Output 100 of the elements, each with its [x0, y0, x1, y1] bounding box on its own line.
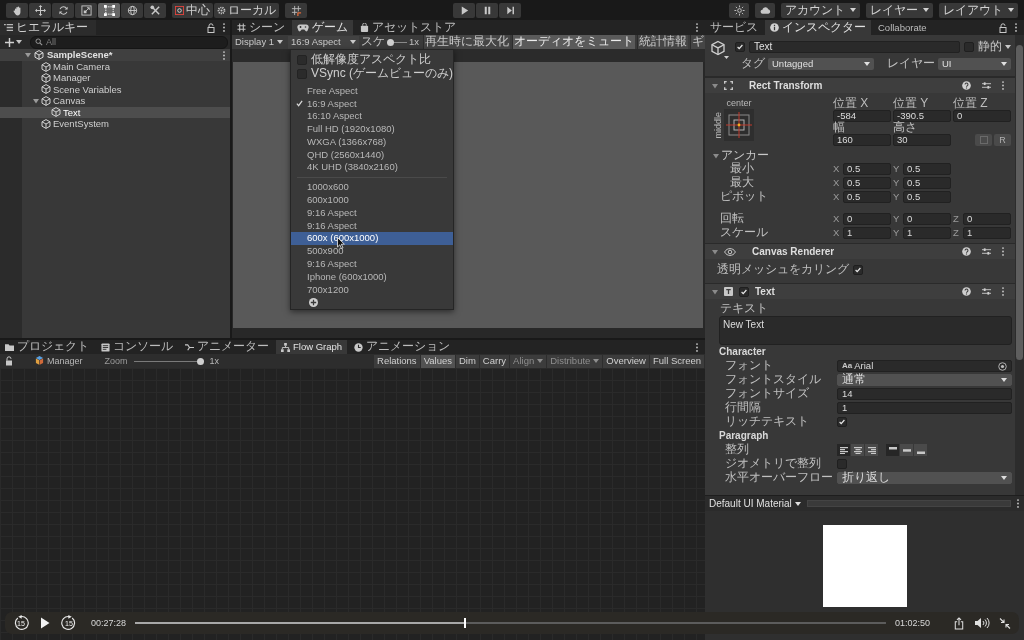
toggle-button[interactable]: 統計情報	[637, 35, 688, 49]
object-field[interactable]: Aa Arial	[837, 360, 1012, 372]
toggle-button[interactable]: ギ	[690, 35, 705, 49]
menu-item[interactable]: 16:9 Aspect	[291, 96, 453, 110]
number-field[interactable]: 30	[893, 134, 951, 146]
menu-option[interactable]: VSync (ゲームビューのみ)	[291, 67, 453, 81]
tag-dropdown[interactable]: Untagged	[768, 58, 874, 70]
number-field[interactable]: 14	[837, 388, 1012, 400]
toolbar-button[interactable]: Dim	[455, 354, 479, 368]
menu-item[interactable]: 9:16 Aspect	[291, 218, 453, 232]
search-field[interactable]: All	[30, 35, 228, 49]
number-field[interactable]: 1	[963, 227, 1011, 239]
checkbox[interactable]	[837, 459, 847, 469]
tool-button[interactable]	[144, 2, 166, 18]
number-field[interactable]: 0.5	[843, 163, 891, 175]
tab[interactable]: アニメーター	[180, 340, 274, 354]
name-field[interactable]: Text	[749, 41, 960, 53]
hierarchy-item[interactable]: Manager	[0, 72, 230, 84]
help-icon[interactable]	[962, 247, 971, 256]
number-field[interactable]: 0	[843, 213, 891, 225]
dropdown[interactable]: 折り返し	[837, 472, 1012, 484]
tab[interactable]: インスペクター	[765, 20, 871, 35]
tool-button[interactable]	[98, 2, 120, 18]
toolbar-button[interactable]: Carry	[479, 354, 510, 368]
tab[interactable]: サービス	[705, 20, 763, 35]
toolbar-button[interactable]: Values	[420, 354, 455, 368]
number-field[interactable]: 0	[963, 213, 1011, 225]
hierarchy-item[interactable]: Text	[0, 106, 230, 118]
number-field[interactable]: 0.5	[843, 177, 891, 189]
playhead-handle[interactable]	[464, 618, 467, 628]
number-field[interactable]: 0	[953, 110, 1011, 122]
number-field[interactable]: 1	[843, 227, 891, 239]
tool-button[interactable]	[52, 2, 74, 18]
hierarchy-item[interactable]: Scene Variables	[0, 83, 230, 96]
component-header[interactable]: Canvas Renderer	[705, 243, 1015, 259]
number-field[interactable]: 1	[903, 227, 951, 239]
tab[interactable]: コンソール	[96, 340, 178, 354]
align-button[interactable]	[886, 444, 899, 456]
sliders-icon[interactable]	[982, 81, 991, 90]
tab[interactable]: ヒエラルキー	[0, 20, 96, 35]
checkbox[interactable]	[964, 42, 974, 52]
number-field[interactable]: 160	[833, 134, 891, 146]
aspect-dropdown[interactable]: 16:9 Aspect	[288, 35, 359, 49]
lock-icon[interactable]	[999, 22, 1007, 33]
expand-triangle-icon[interactable]	[33, 97, 39, 104]
display-dropdown[interactable]: Display 1	[232, 35, 287, 49]
expand-triangle-icon[interactable]	[712, 82, 718, 89]
menu-item[interactable]: 1000x600	[291, 180, 453, 194]
expand-triangle-icon[interactable]	[712, 248, 718, 255]
tool-button[interactable]	[121, 2, 143, 18]
slider-track[interactable]	[386, 38, 407, 46]
handle-mode-button[interactable]: 中心	[172, 2, 213, 18]
target-icon[interactable]	[998, 361, 1007, 371]
playback-button[interactable]	[453, 2, 475, 18]
menu-item[interactable]: WXGA (1366x768)	[291, 135, 453, 148]
anchor-preset-icon[interactable]	[724, 109, 754, 141]
node-graph-canvas[interactable]	[0, 368, 705, 640]
align-button[interactable]	[865, 444, 878, 456]
foldout-label[interactable]: アンカー	[721, 149, 769, 163]
tab[interactable]: Collaborate	[873, 20, 932, 35]
sliders-icon[interactable]	[982, 287, 991, 296]
hierarchy-item[interactable]: Main Camera	[0, 61, 230, 73]
hierarchy-item[interactable]: Canvas	[0, 95, 230, 107]
playback-button[interactable]	[476, 2, 498, 18]
scrollbar[interactable]	[1015, 35, 1024, 495]
checkbox[interactable]	[739, 286, 749, 297]
expand-triangle-icon[interactable]	[713, 153, 719, 159]
menu-item[interactable]: 500x900	[291, 244, 453, 258]
collapse-button[interactable]	[999, 616, 1011, 630]
snap-button[interactable]	[285, 2, 307, 18]
number-field[interactable]: -584	[833, 110, 891, 122]
number-field[interactable]: 0.5	[903, 163, 951, 175]
tool-button[interactable]	[29, 2, 51, 18]
align-button[interactable]	[900, 444, 913, 456]
share-button[interactable]	[953, 616, 965, 630]
tab[interactable]: アニメーション	[349, 340, 456, 354]
tab[interactable]: ゲーム	[292, 20, 353, 35]
menu-item[interactable]: 9:16 Aspect	[291, 206, 453, 219]
number-field[interactable]: 0.5	[903, 191, 951, 203]
number-field[interactable]: 0.5	[843, 191, 891, 203]
menu-item[interactable]: Iphone (600x1000)	[291, 270, 453, 283]
slider-thumb[interactable]	[386, 38, 394, 46]
number-field[interactable]: 0	[903, 213, 951, 225]
text-area[interactable]: New Text	[719, 316, 1012, 345]
toolbar-button[interactable]: Relations	[374, 354, 420, 368]
raw-edit-button[interactable]: R	[994, 134, 1011, 146]
static-dropdown[interactable]: 静的	[978, 40, 1011, 54]
lock-icon[interactable]	[5, 356, 13, 366]
menu-button[interactable]: アカウント	[781, 2, 860, 18]
align-button[interactable]	[837, 444, 850, 456]
number-field[interactable]: -390.5	[893, 110, 951, 122]
checkbox[interactable]	[735, 42, 745, 52]
help-icon[interactable]	[962, 287, 971, 296]
cloud-button[interactable]	[755, 2, 775, 18]
volume-button[interactable]	[974, 617, 990, 629]
tool-button[interactable]	[75, 2, 97, 18]
align-button[interactable]	[914, 444, 927, 456]
menu-item[interactable]: 9:16 Aspect	[291, 257, 453, 271]
cube-icon[interactable]	[710, 40, 730, 60]
menu-item[interactable]: QHD (2560x1440)	[291, 148, 453, 161]
